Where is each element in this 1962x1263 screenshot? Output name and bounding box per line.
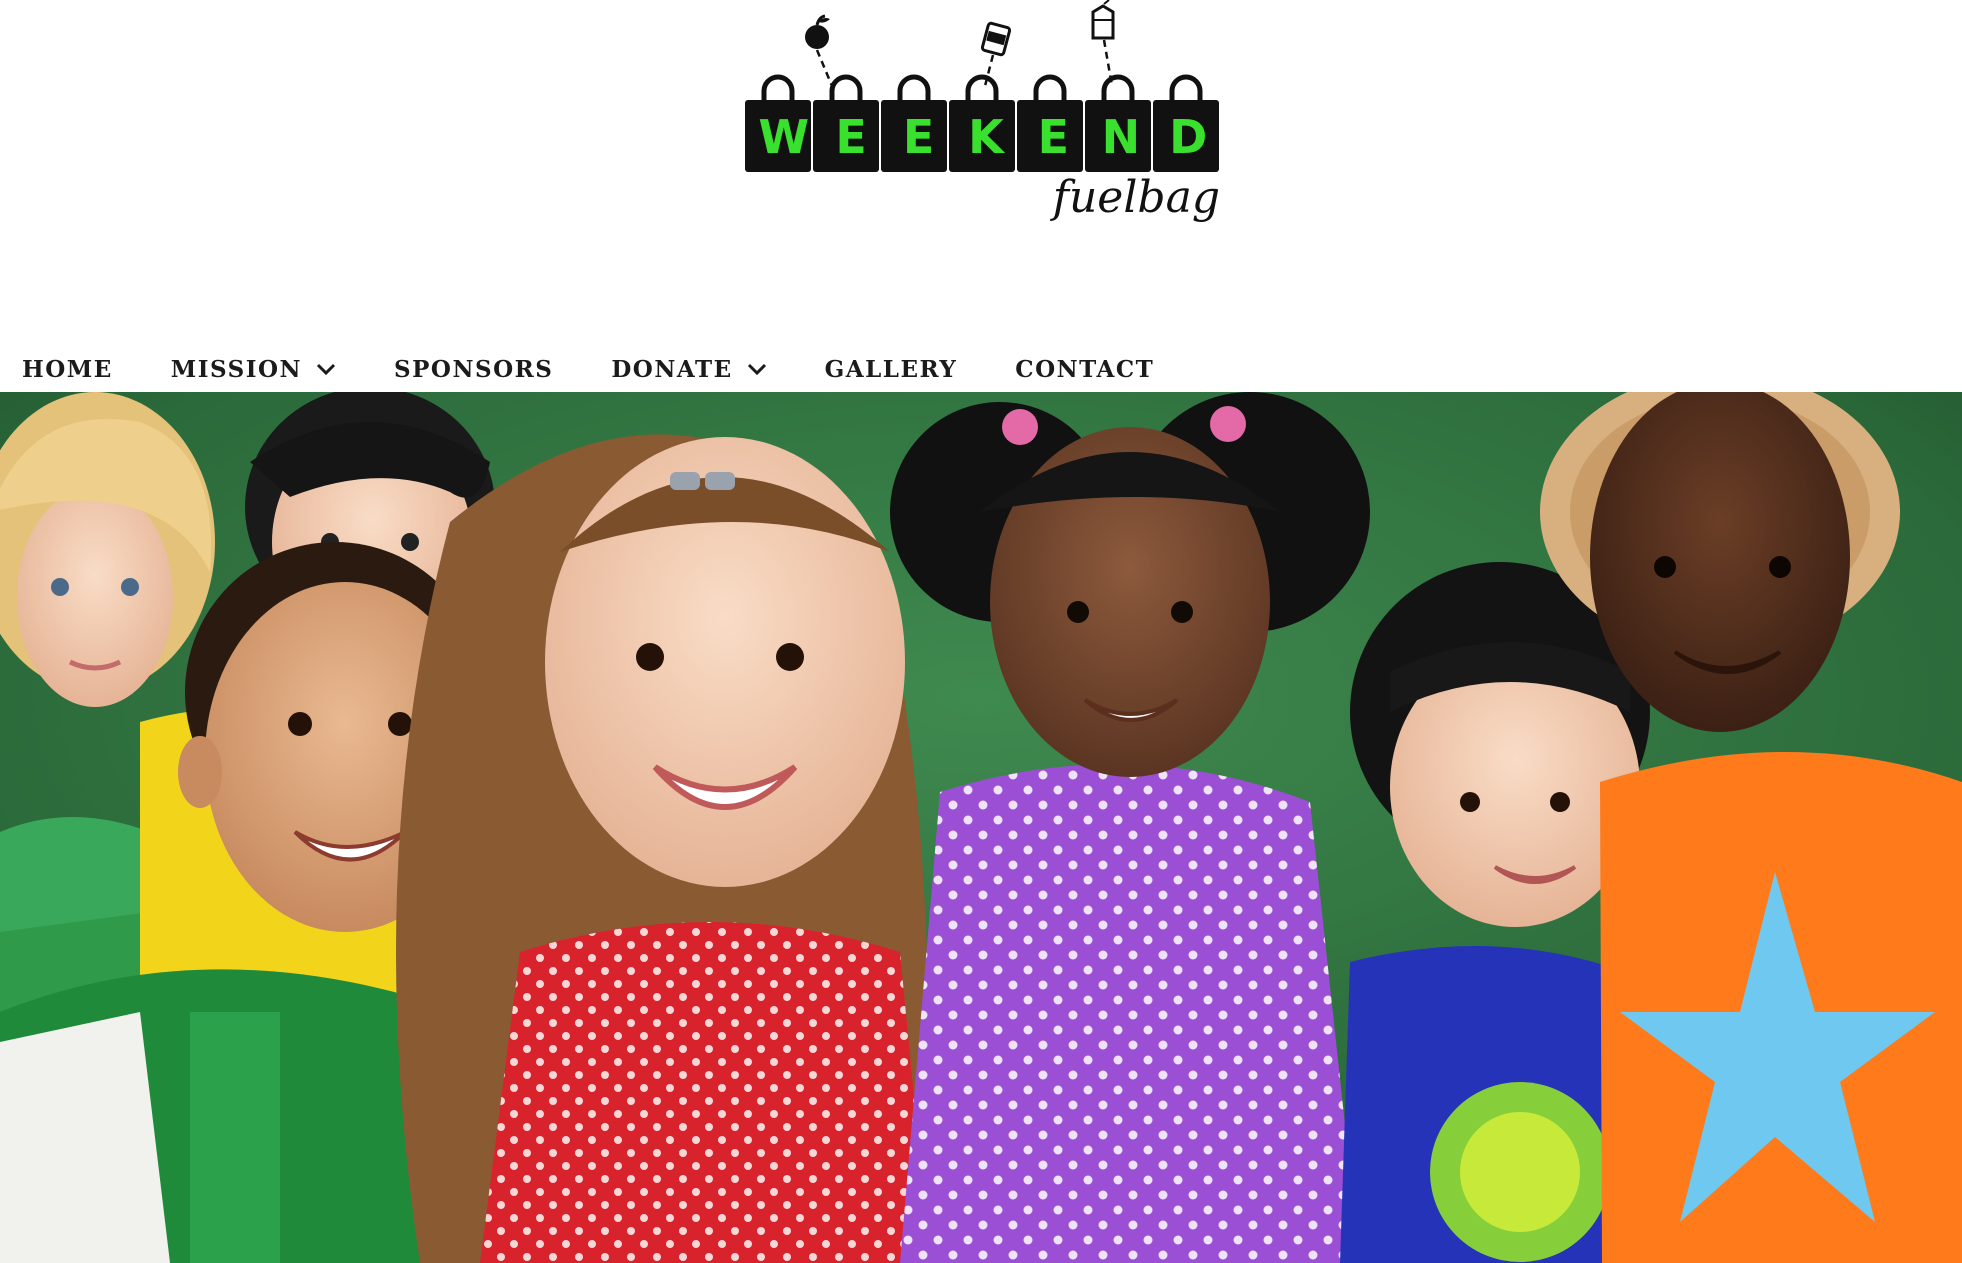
site-header: W E E K E N D fuelbag: [0, 0, 1962, 330]
hero-banner: [0, 392, 1962, 1263]
nav-item-contact[interactable]: CONTACT: [1015, 356, 1154, 383]
child-boy-orange-shirt: [1540, 392, 1962, 1263]
nav-item-donate[interactable]: DONATE: [611, 356, 766, 383]
nav-label[interactable]: CONTACT: [1015, 356, 1154, 383]
nav-label[interactable]: SPONSORS: [394, 356, 553, 383]
chevron-down-icon[interactable]: [316, 362, 336, 376]
site-logo[interactable]: W E E K E N D fuelbag: [740, 0, 1230, 235]
child-girl-red-dress: [396, 434, 930, 1263]
hero-image-children: [0, 392, 1962, 1263]
nav-label[interactable]: MISSION: [171, 356, 302, 383]
apple-icon: [805, 14, 834, 87]
main-navigation: HOME MISSION SPONSORS DONATE GALLERY CON…: [0, 345, 1962, 393]
chevron-down-icon[interactable]: [747, 362, 767, 376]
nav-item-sponsors[interactable]: SPONSORS: [394, 356, 553, 383]
child-girl-purple-dress: [890, 392, 1370, 1263]
nav-label[interactable]: DONATE: [611, 356, 732, 383]
nav-item-gallery[interactable]: GALLERY: [825, 356, 958, 383]
logo-tagline: fuelbag: [1052, 172, 1220, 223]
nav-list: HOME MISSION SPONSORS DONATE GALLERY CON…: [0, 345, 1962, 393]
milk-carton-icon: [1091, 0, 1115, 87]
nav-item-home[interactable]: HOME: [22, 356, 113, 383]
nav-item-mission[interactable]: MISSION: [171, 356, 336, 383]
nav-label[interactable]: HOME: [22, 356, 113, 383]
nav-label[interactable]: GALLERY: [825, 356, 958, 383]
